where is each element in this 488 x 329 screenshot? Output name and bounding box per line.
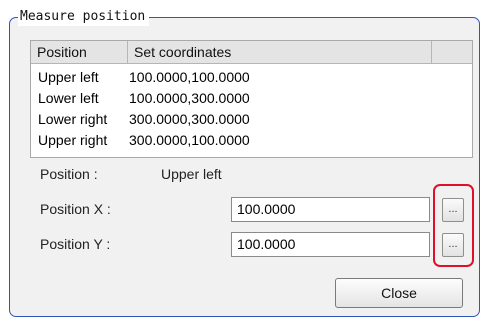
table-body: Upper left 100.0000,100.0000 Lower left … xyxy=(31,67,472,151)
row-coordinates: 100.0000,300.0000 xyxy=(129,90,250,106)
table-row[interactable]: Upper right 300.0000,100.0000 xyxy=(31,130,472,151)
position-label: Position : xyxy=(40,166,98,182)
measure-position-dialog: Measure position Position Set coordinate… xyxy=(0,0,488,329)
close-button[interactable]: Close xyxy=(335,278,463,308)
position-x-field[interactable]: 100.0000 xyxy=(231,197,430,222)
column-header-set-coordinates[interactable]: Set coordinates xyxy=(128,41,432,63)
coordinates-table: Position Set coordinates Upper left 100.… xyxy=(30,40,473,158)
table-row[interactable]: Lower right 300.0000,300.0000 xyxy=(31,109,472,130)
row-coordinates: 300.0000,100.0000 xyxy=(129,132,250,148)
position-x-label: Position X : xyxy=(40,201,111,217)
row-position: Upper right xyxy=(38,132,108,148)
table-row[interactable]: Upper left 100.0000,100.0000 xyxy=(31,67,472,88)
table-row[interactable]: Lower left 100.0000,300.0000 xyxy=(31,88,472,109)
highlight-box xyxy=(433,184,474,267)
position-y-field[interactable]: 100.0000 xyxy=(231,232,430,257)
row-position: Upper left xyxy=(38,69,99,85)
column-header-empty xyxy=(432,41,472,63)
position-value: Upper left xyxy=(161,166,222,182)
table-header: Position Set coordinates xyxy=(31,41,472,64)
group-title: Measure position xyxy=(18,8,150,26)
column-header-position[interactable]: Position xyxy=(31,41,128,63)
row-position: Lower left xyxy=(38,90,99,106)
row-position: Lower right xyxy=(38,111,108,127)
row-coordinates: 300.0000,300.0000 xyxy=(129,111,250,127)
position-y-label: Position Y : xyxy=(40,236,111,252)
row-coordinates: 100.0000,100.0000 xyxy=(129,69,250,85)
